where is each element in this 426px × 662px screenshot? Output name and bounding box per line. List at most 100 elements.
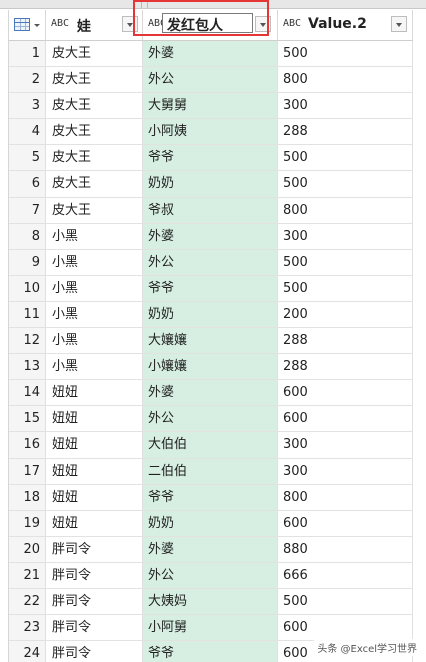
table-row[interactable]: 12 小黑 大孃孃 288	[9, 328, 413, 355]
cell-giver[interactable]: 爷爷	[143, 641, 278, 662]
row-index[interactable]: 15	[9, 406, 46, 432]
cell-value[interactable]: 880	[278, 536, 413, 562]
row-index[interactable]: 22	[9, 588, 46, 615]
cell-value[interactable]: 800	[278, 484, 413, 510]
row-index[interactable]: 23	[9, 615, 46, 641]
cell-value[interactable]: 300	[278, 223, 413, 249]
table-row[interactable]: 7 皮大王 爷叔 800	[9, 197, 413, 224]
cell-value[interactable]: 600	[278, 615, 413, 641]
column-header-value[interactable]: ABC Value.2	[278, 10, 413, 40]
cell-wa[interactable]: 妞妞	[46, 406, 143, 432]
cell-giver[interactable]: 奶奶	[143, 510, 278, 536]
cell-giver[interactable]: 外婆	[143, 380, 278, 406]
cell-giver[interactable]: 大孃孃	[143, 328, 278, 354]
row-index[interactable]: 13	[9, 354, 46, 380]
cell-value[interactable]: 288	[278, 328, 413, 354]
cell-wa[interactable]: 妞妞	[46, 458, 143, 484]
cell-wa[interactable]: 皮大王	[46, 67, 143, 93]
cell-value[interactable]: 500	[278, 275, 413, 301]
cell-wa[interactable]: 皮大王	[46, 145, 143, 171]
cell-giver[interactable]: 小阿姨	[143, 119, 278, 145]
cell-giver[interactable]: 外公	[143, 406, 278, 432]
cell-value[interactable]: 200	[278, 301, 413, 328]
table-row[interactable]: 22 胖司令 大姨妈 500	[9, 588, 413, 616]
cell-value[interactable]: 500	[278, 41, 413, 67]
cell-value[interactable]: 500	[278, 249, 413, 275]
table-row[interactable]: 20 胖司令 外婆 880	[9, 536, 413, 563]
cell-giver[interactable]: 外婆	[143, 41, 278, 67]
cell-wa[interactable]: 皮大王	[46, 93, 143, 119]
cell-value[interactable]: 666	[278, 562, 413, 588]
cell-value[interactable]: 600	[278, 406, 413, 432]
cell-giver[interactable]: 爷爷	[143, 145, 278, 171]
table-row[interactable]: 15 妞妞 外公 600	[9, 406, 413, 433]
table-row[interactable]: 2 皮大王 外公 800	[9, 67, 413, 94]
row-index[interactable]: 11	[9, 301, 46, 328]
table-row[interactable]: 5 皮大王 爷爷 500	[9, 145, 413, 172]
row-index[interactable]: 16	[9, 432, 46, 458]
cell-giver[interactable]: 爷爷	[143, 484, 278, 510]
table-row[interactable]: 16 妞妞 大伯伯 300	[9, 432, 413, 459]
row-index[interactable]: 5	[9, 145, 46, 171]
cell-giver[interactable]: 爷爷	[143, 275, 278, 301]
cell-wa[interactable]: 小黑	[46, 249, 143, 275]
table-row[interactable]: 1 皮大王 外婆 500	[9, 41, 413, 68]
row-index[interactable]: 14	[9, 380, 46, 406]
row-index[interactable]: 19	[9, 510, 46, 536]
cell-giver[interactable]: 外婆	[143, 223, 278, 249]
row-index[interactable]: 4	[9, 119, 46, 145]
cell-giver[interactable]: 外公	[143, 562, 278, 588]
table-row[interactable]: 9 小黑 外公 500	[9, 249, 413, 276]
row-index[interactable]: 8	[9, 223, 46, 249]
row-index[interactable]: 21	[9, 562, 46, 588]
cell-wa[interactable]: 皮大王	[46, 41, 143, 67]
table-row[interactable]: 21 胖司令 外公 666	[9, 562, 413, 589]
table-row[interactable]: 19 妞妞 奶奶 600	[9, 510, 413, 537]
cell-wa[interactable]: 妞妞	[46, 510, 143, 536]
cell-giver[interactable]: 爷叔	[143, 197, 278, 223]
cell-value[interactable]: 288	[278, 119, 413, 145]
text-type-icon[interactable]: ABC	[51, 18, 69, 30]
row-index[interactable]: 17	[9, 458, 46, 484]
cell-value[interactable]: 500	[278, 171, 413, 197]
table-row[interactable]: 18 妞妞 爷爷 800	[9, 484, 413, 511]
table-row[interactable]: 3 皮大王 大舅舅 300	[9, 93, 413, 120]
cell-wa[interactable]: 妞妞	[46, 432, 143, 458]
cell-value[interactable]: 300	[278, 458, 413, 484]
row-index[interactable]: 20	[9, 536, 46, 562]
cell-wa[interactable]: 胖司令	[46, 536, 143, 562]
table-row[interactable]: 14 妞妞 外婆 600	[9, 380, 413, 407]
row-index[interactable]: 7	[9, 197, 46, 223]
cell-value[interactable]: 500	[278, 588, 413, 615]
row-index[interactable]: 12	[9, 328, 46, 354]
cell-wa[interactable]: 胖司令	[46, 588, 143, 615]
cell-giver[interactable]: 大姨妈	[143, 588, 278, 615]
cell-value[interactable]: 300	[278, 432, 413, 458]
table-row[interactable]: 4 皮大王 小阿姨 288	[9, 119, 413, 146]
chevron-down-icon[interactable]	[34, 24, 40, 27]
cell-wa[interactable]: 胖司令	[46, 562, 143, 588]
column-header-wa[interactable]: ABC 娃	[46, 10, 143, 40]
text-type-icon[interactable]: ABC	[283, 18, 301, 30]
table-row[interactable]: 6 皮大王 奶奶 500	[9, 171, 413, 198]
cell-wa[interactable]: 小黑	[46, 328, 143, 354]
table-row[interactable]: 8 小黑 外婆 300	[9, 223, 413, 250]
cell-giver[interactable]: 外公	[143, 67, 278, 93]
row-index[interactable]: 18	[9, 484, 46, 510]
row-index[interactable]: 24	[9, 641, 46, 662]
table-row[interactable]: 13 小黑 小孃孃 288	[9, 354, 413, 381]
row-index[interactable]: 9	[9, 249, 46, 275]
cell-wa[interactable]: 小黑	[46, 301, 143, 328]
table-row[interactable]: 10 小黑 爷爷 500	[9, 275, 413, 302]
row-index[interactable]: 3	[9, 93, 46, 119]
row-index[interactable]: 10	[9, 275, 46, 301]
cell-wa[interactable]: 小黑	[46, 275, 143, 301]
cell-value[interactable]: 288	[278, 354, 413, 380]
cell-wa[interactable]: 胖司令	[46, 615, 143, 641]
table-row[interactable]: 11 小黑 奶奶 200	[9, 301, 413, 329]
row-index[interactable]: 2	[9, 67, 46, 93]
table-menu-cell[interactable]	[9, 10, 46, 40]
cell-wa[interactable]: 妞妞	[46, 484, 143, 510]
cell-giver[interactable]: 二伯伯	[143, 458, 278, 484]
cell-value[interactable]: 600	[278, 380, 413, 406]
